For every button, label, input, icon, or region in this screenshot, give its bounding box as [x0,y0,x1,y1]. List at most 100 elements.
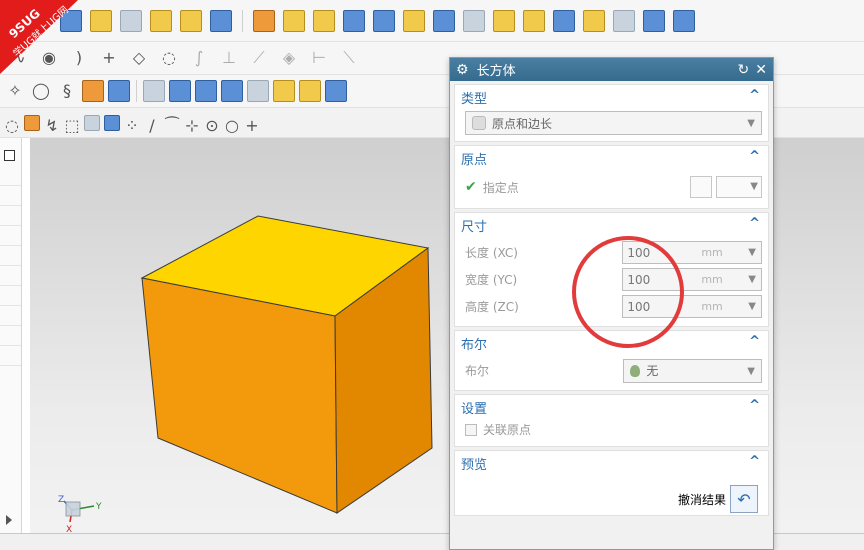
coordinate-triad: Y X Z [58,495,102,535]
intersect-curve-icon[interactable]: ⊢ [308,47,330,69]
shape-icon[interactable] [373,9,395,32]
dialog-title-bar[interactable]: ⚙ 长方体 ↻ ✕ [450,58,773,81]
origin-section-header[interactable]: 原点 ^ [455,146,768,170]
point-type-dropdown[interactable]: ▼ [716,176,762,198]
settings-section-title: 设置 [461,401,488,417]
offset-curve-icon[interactable]: ⟋ [248,47,270,69]
extrude-icon[interactable] [150,9,172,32]
face-filter-icon[interactable] [104,114,120,131]
fillet-curve-icon[interactable]: ◌ [158,47,180,69]
ruled-surface-icon[interactable] [169,80,191,102]
length-unit: mm [701,246,723,259]
origin-section-title: 原点 [461,152,488,168]
type-section-header[interactable]: 类型 ^ [455,85,768,109]
unite-icon[interactable] [343,9,365,32]
project-curve-icon[interactable]: ◈ [278,47,300,69]
box-body-icon[interactable] [553,9,575,32]
select-mode-icon[interactable]: ↯ [44,115,60,135]
scroll-arrow-icon[interactable] [6,515,12,525]
body-filter-icon[interactable] [84,114,100,131]
section-icon[interactable] [82,80,104,102]
collapse-icon[interactable]: ^ [749,88,760,103]
center-snap-icon[interactable]: ⊙ [204,115,220,135]
close-icon[interactable]: ✕ [755,62,767,78]
line-snap-icon[interactable]: / [144,115,160,135]
navigator-row[interactable] [0,266,21,286]
navigator-row[interactable] [0,306,21,326]
associative-origin-checkbox[interactable] [465,424,477,436]
block-icon[interactable] [210,9,232,32]
intersection-snap-icon[interactable]: ⊹ [184,115,200,135]
collapse-icon[interactable]: ^ [749,454,760,469]
studio-spline-icon[interactable]: ✧ [4,80,26,102]
chevron-down-icon: ▼ [747,365,755,377]
undo-result-button[interactable]: ↶ [730,485,758,513]
cube-front-face[interactable] [141,277,338,514]
gear-icon[interactable]: ⚙ [456,62,469,78]
profile-icon[interactable]: ◇ [128,47,150,69]
styled-sweep-icon[interactable] [325,80,347,102]
navigator-row[interactable] [0,166,21,186]
curve-mesh-icon[interactable] [221,80,243,102]
chevron-down-icon[interactable]: ▼ [748,301,756,312]
rectangle-select-icon[interactable]: ⬚ [64,115,80,135]
collapse-icon[interactable]: ^ [749,334,760,349]
check-icon: ✔ [465,179,477,195]
datum-plane-icon[interactable] [253,9,275,32]
navigator-row[interactable] [0,226,21,246]
triad-z-label: Z [58,495,64,505]
offset-face-icon[interactable] [403,9,425,32]
navigator-row[interactable] [0,326,21,346]
point-icon[interactable]: + [98,47,120,69]
quadrant-snap-icon[interactable]: ○ [224,115,240,135]
curve-icon[interactable]: ∫ [188,47,210,69]
navigator-row[interactable] [0,346,21,366]
navigator-row[interactable] [0,286,21,306]
preview-section-header[interactable]: 预览 ^ [455,451,768,475]
helix-icon[interactable]: § [56,80,78,102]
array-icon[interactable] [313,9,335,32]
point-snap-icon[interactable]: + [244,115,260,135]
split-body-icon[interactable] [523,9,545,32]
endpoint-snap-icon[interactable]: ⁘ [124,115,140,135]
select-filter-icon[interactable] [24,114,40,131]
maximize-icon[interactable] [4,150,15,161]
point-dialog-button[interactable] [690,176,712,198]
n-sided-surface-icon[interactable] [273,80,295,102]
boolean-dropdown[interactable]: 无 ▼ [623,358,762,383]
curve-snap-icon[interactable]: ⁀ [164,115,180,135]
swept-surface-icon[interactable] [247,80,269,102]
thicken-icon[interactable] [463,9,485,32]
spline-icon[interactable]: ⊥ [218,47,240,69]
surface-patch-icon[interactable] [90,9,112,32]
law-curve-icon[interactable] [108,80,130,102]
chevron-down-icon[interactable]: ▼ [748,247,756,258]
bridge-curve-icon[interactable]: ⟍ [338,47,360,69]
collapse-icon[interactable]: ^ [749,398,760,413]
through-curves-icon[interactable] [195,80,217,102]
sweep-icon[interactable] [433,9,455,32]
dialog-title: 长方体 [476,64,516,79]
annotation-circle [572,236,684,348]
navigator-row[interactable] [0,246,21,266]
trim-body-icon[interactable] [493,9,515,32]
blend-icon[interactable] [583,9,605,32]
settings-section-header[interactable]: 设置 ^ [455,395,768,419]
reset-icon[interactable]: ↻ [738,62,750,78]
pattern-icon[interactable] [283,9,305,32]
collapse-icon[interactable]: ^ [749,216,760,231]
chevron-down-icon[interactable]: ▼ [748,274,756,285]
bounded-plane-icon[interactable] [143,80,165,102]
sheet-icon[interactable] [613,9,635,32]
revolve-icon[interactable] [180,9,202,32]
solid-icon[interactable] [673,9,695,32]
chamfer-icon[interactable] [643,9,665,32]
type-dropdown[interactable]: 原点和边长 ▼ [465,111,762,135]
navigator-row[interactable] [0,186,21,206]
snap-icon[interactable]: ◌ [4,115,20,135]
cylinder-icon[interactable] [120,9,142,32]
collapse-icon[interactable]: ^ [749,149,760,164]
navigator-row[interactable] [0,206,21,226]
outline-icon[interactable]: ◯ [30,80,52,102]
studio-surface-icon[interactable] [299,80,321,102]
